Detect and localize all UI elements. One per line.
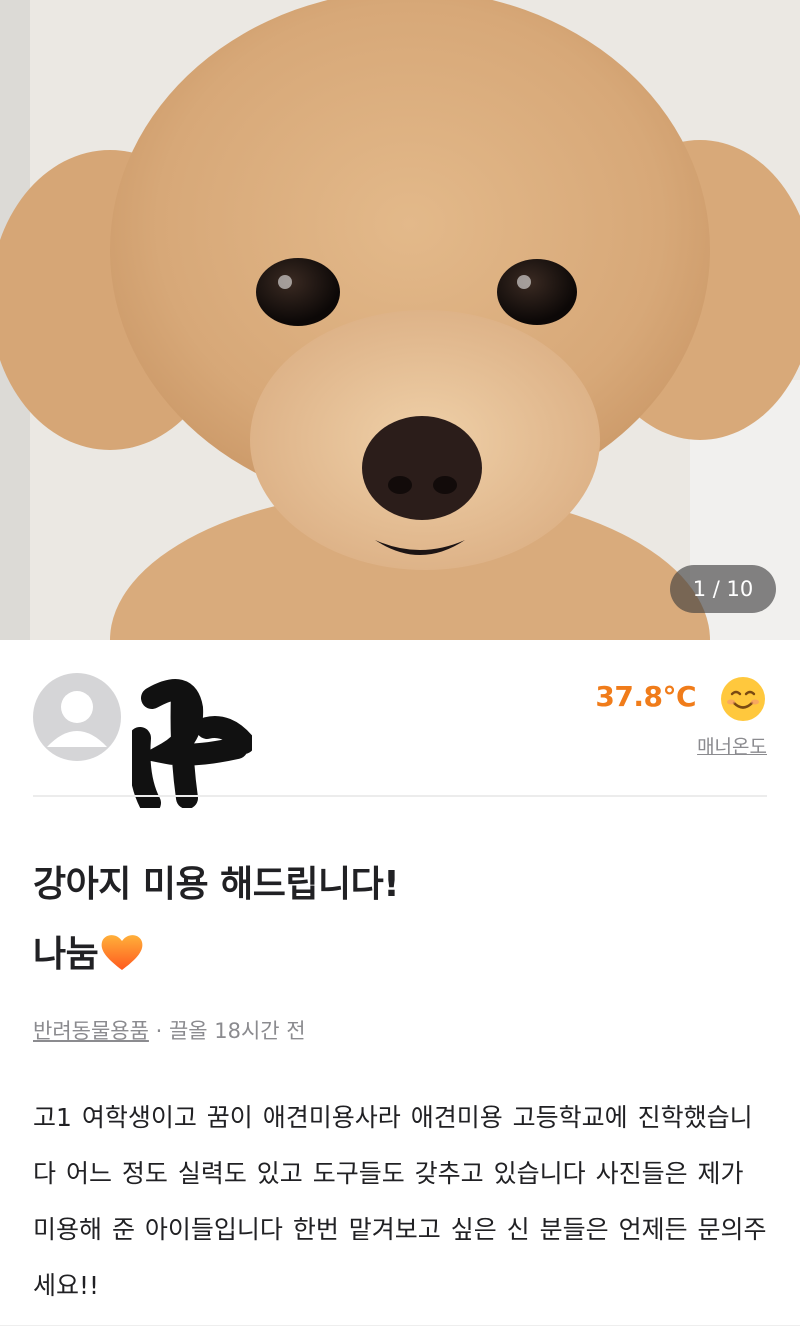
product-photo[interactable]: 1 / 10 <box>0 0 800 640</box>
post-meta: 반려동물용품 · 끌올 18시간 전 <box>33 1015 306 1045</box>
manner-temperature: 37.8°C <box>595 680 696 713</box>
seller-profile[interactable]: 37.8°C 매너온도 <box>0 640 800 808</box>
divider <box>33 795 767 797</box>
avatar[interactable] <box>33 673 121 761</box>
divider <box>0 1325 800 1326</box>
orange-heart-icon <box>101 935 143 970</box>
manner-temperature-label[interactable]: 매너온도 <box>697 732 767 759</box>
meta-separator: · <box>148 1019 169 1043</box>
category-link[interactable]: 반려동물용품 <box>33 1019 149 1043</box>
post-subtitle-line: 나눔 <box>33 920 773 990</box>
photo-counter: 1 / 10 <box>670 565 776 613</box>
default-user-icon <box>47 691 107 747</box>
post-title: 강아지 미용 해드립니다! 나눔 <box>33 850 773 990</box>
post-time: 끌올 18시간 전 <box>168 1019 306 1043</box>
redacted-name-scribble <box>132 679 252 808</box>
poodle-illustration <box>0 0 800 640</box>
post-title-text: 강아지 미용 해드립니다! <box>33 864 400 905</box>
post-description: 고1 여학생이고 꿈이 애견미용사라 애견미용 고등학교에 진학했습니다 어느 … <box>33 1103 767 1300</box>
post-subtitle: 나눔 <box>33 934 99 975</box>
smiling-face-icon <box>721 677 765 721</box>
